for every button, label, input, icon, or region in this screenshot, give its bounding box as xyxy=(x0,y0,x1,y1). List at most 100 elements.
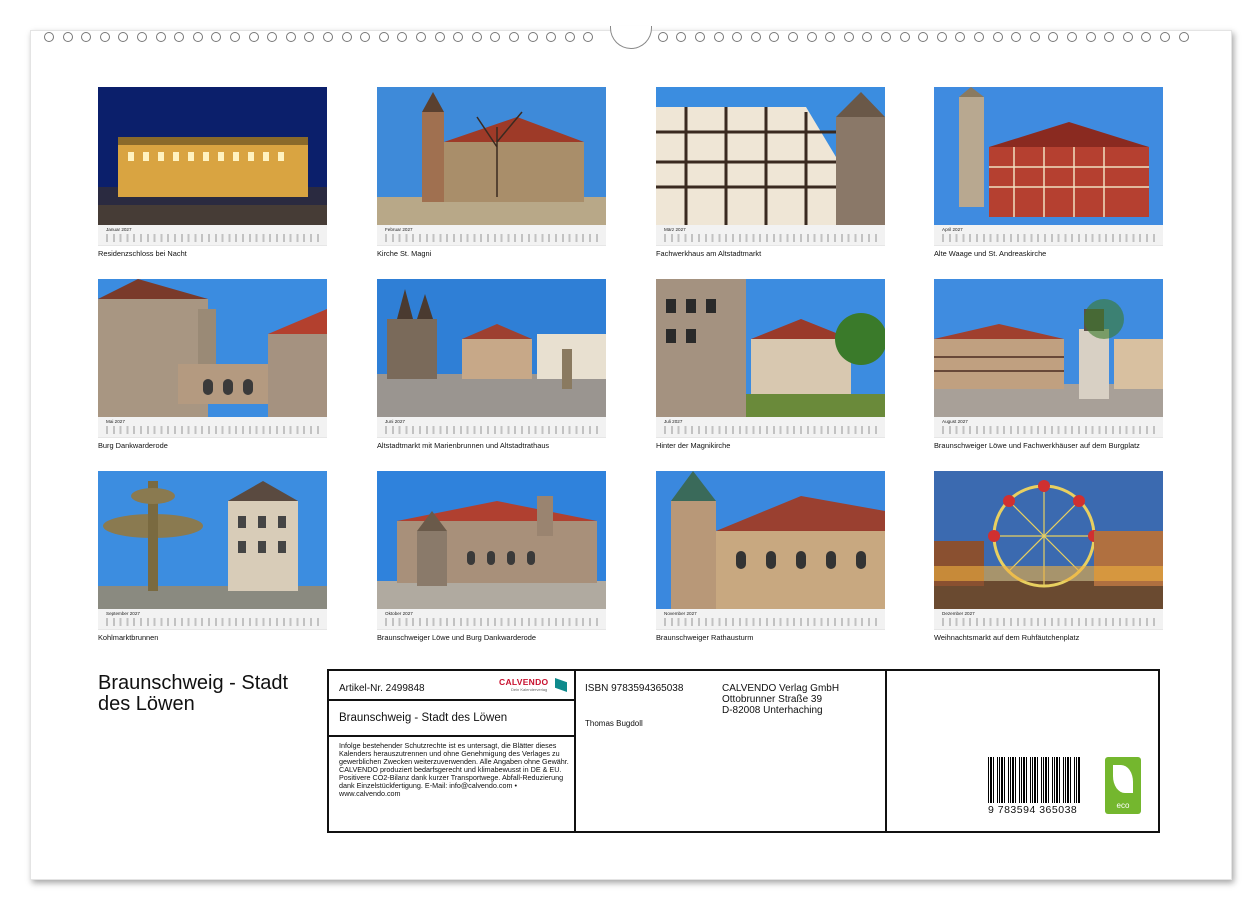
binding-ring xyxy=(118,32,129,42)
month-photo xyxy=(377,87,606,225)
binding-ring xyxy=(936,32,947,42)
binding-ring xyxy=(397,32,408,42)
photo-caption: Burg Dankwarderode xyxy=(98,441,168,450)
photo-caption: Kohlmarktbrunnen xyxy=(98,633,159,642)
binding-ring xyxy=(230,32,240,42)
binding-ring xyxy=(750,32,761,42)
day-grid xyxy=(385,234,600,242)
binding-ring xyxy=(1141,32,1152,42)
month-photo xyxy=(934,279,1163,417)
leaf-icon xyxy=(1113,765,1133,793)
binding-ring xyxy=(806,32,817,42)
month-calendar-strip: Juni 2027 xyxy=(377,417,606,438)
isbn: ISBN 9783594365038 xyxy=(585,683,684,694)
photo-caption: Residenzschloss bei Nacht xyxy=(98,249,187,258)
month-calendar-strip: Januar 2027 xyxy=(98,225,327,246)
binding-ring xyxy=(713,32,724,42)
calendar-title: Braunschweig - Stadt des Löwen xyxy=(98,672,289,715)
month-name: September 2027 xyxy=(106,611,140,616)
binding-ring xyxy=(695,32,705,42)
month-name: April 2027 xyxy=(942,227,963,232)
binding-ring xyxy=(1048,32,1059,42)
info-box: Artikel-Nr. 2499848 CALVENDO Dein Kalend… xyxy=(327,669,1160,833)
binding-ring xyxy=(1178,32,1189,42)
month-name: Januar 2027 xyxy=(106,227,132,232)
eco-badge: eco xyxy=(1105,757,1141,814)
day-grid xyxy=(664,618,879,626)
month-tile: Januar 2027 Residenzschloss bei Nacht xyxy=(98,87,327,258)
photo-caption: Fachwerkhaus am Altstadtmarkt xyxy=(656,249,762,258)
day-grid xyxy=(942,234,1157,242)
month-photo xyxy=(934,87,1163,225)
month-tile: April 2027 Alte Waage und St. Andreaskirc… xyxy=(934,87,1163,258)
binding-ring xyxy=(434,32,445,42)
month-calendar-strip: April 2027 xyxy=(934,225,1163,246)
barcode-number: 9 783594 365038 xyxy=(988,804,1078,816)
binding-ring xyxy=(843,32,854,42)
month-calendar-strip: August 2027 xyxy=(934,417,1163,438)
binding-ring xyxy=(81,32,92,42)
month-tile: Juni 2027 Altstadtmarkt mit Marienbrunnen… xyxy=(377,279,606,450)
month-tile: Mai 2027 Burg Dankwarderode xyxy=(98,279,327,450)
binding-ring xyxy=(546,32,557,42)
month-tile: November 2027 Braunschweiger Rathausturm xyxy=(656,471,885,642)
month-calendar-strip: Dezember 2027 xyxy=(934,609,1163,630)
day-grid xyxy=(664,234,879,242)
binding-ring xyxy=(527,32,538,42)
photo-caption: Alte Waage und St. Andreaskirche xyxy=(934,249,1047,258)
month-calendar-strip: Oktober 2027 xyxy=(377,609,606,630)
binding-ring xyxy=(564,32,575,42)
month-calendar-strip: Juli 2027 xyxy=(656,417,885,438)
binding-ring xyxy=(137,32,147,42)
binding-ring xyxy=(881,32,891,42)
calvendo-mark-icon xyxy=(555,678,567,692)
binding-ring xyxy=(862,32,873,42)
day-grid xyxy=(664,426,879,434)
binding-ring xyxy=(99,32,110,42)
month-photo xyxy=(656,279,885,417)
month-tile: Dezember 2027 Weihnachtsmarkt auf dem Ruh… xyxy=(934,471,1163,642)
month-name: Mai 2027 xyxy=(106,419,125,424)
binding-ring xyxy=(1067,32,1077,42)
binding-ring xyxy=(323,32,333,42)
photo-caption: Kirche St. Magni xyxy=(377,249,432,258)
binding-ring xyxy=(1122,32,1133,42)
binding-ring xyxy=(676,32,687,42)
day-grid xyxy=(106,426,321,434)
binding-ring xyxy=(955,32,966,42)
binding-ring xyxy=(992,32,1003,42)
binding-ring xyxy=(416,32,426,42)
binding-ring xyxy=(174,32,185,42)
binding-ring xyxy=(732,32,743,42)
month-photo xyxy=(98,279,327,417)
photo-caption: Weihnachtsmarkt auf dem Ruhfäutchenplatz xyxy=(934,633,1080,642)
month-tile: Oktober 2027 Braunschweiger Löwe und Burg… xyxy=(377,471,606,642)
binding-ring xyxy=(378,32,389,42)
binding-ring xyxy=(62,32,73,42)
month-photo xyxy=(934,471,1163,609)
photo-caption: Braunschweiger Rathausturm xyxy=(656,633,754,642)
day-grid xyxy=(385,426,600,434)
binding-ring xyxy=(304,32,315,42)
binding-ring xyxy=(360,32,371,42)
month-photo xyxy=(377,471,606,609)
binding-ring xyxy=(918,32,929,42)
binding-ring xyxy=(1104,32,1115,42)
month-name: November 2027 xyxy=(664,611,697,616)
publisher-address: CALVENDO Verlag GmbH Ottobrunner Straße … xyxy=(722,683,840,716)
legal-notice: Infolge bestehender Schutzrechte ist es … xyxy=(339,741,569,798)
month-name: Juli 2027 xyxy=(664,419,683,424)
binding-ring xyxy=(44,32,54,42)
day-grid xyxy=(942,426,1157,434)
author-name: Thomas Bugdoll xyxy=(585,719,643,728)
binding-ring xyxy=(490,32,501,42)
month-name: März 2027 xyxy=(664,227,686,232)
binding-ring xyxy=(211,32,222,42)
month-name: Oktober 2027 xyxy=(385,611,413,616)
month-name: Juni 2027 xyxy=(385,419,405,424)
barcode-icon xyxy=(988,757,1080,803)
month-calendar-strip: November 2027 xyxy=(656,609,885,630)
month-calendar-strip: Mai 2027 xyxy=(98,417,327,438)
photo-caption: Altstadtmarkt mit Marienbrunnen und Alts… xyxy=(377,441,550,450)
binding-ring xyxy=(509,32,519,42)
